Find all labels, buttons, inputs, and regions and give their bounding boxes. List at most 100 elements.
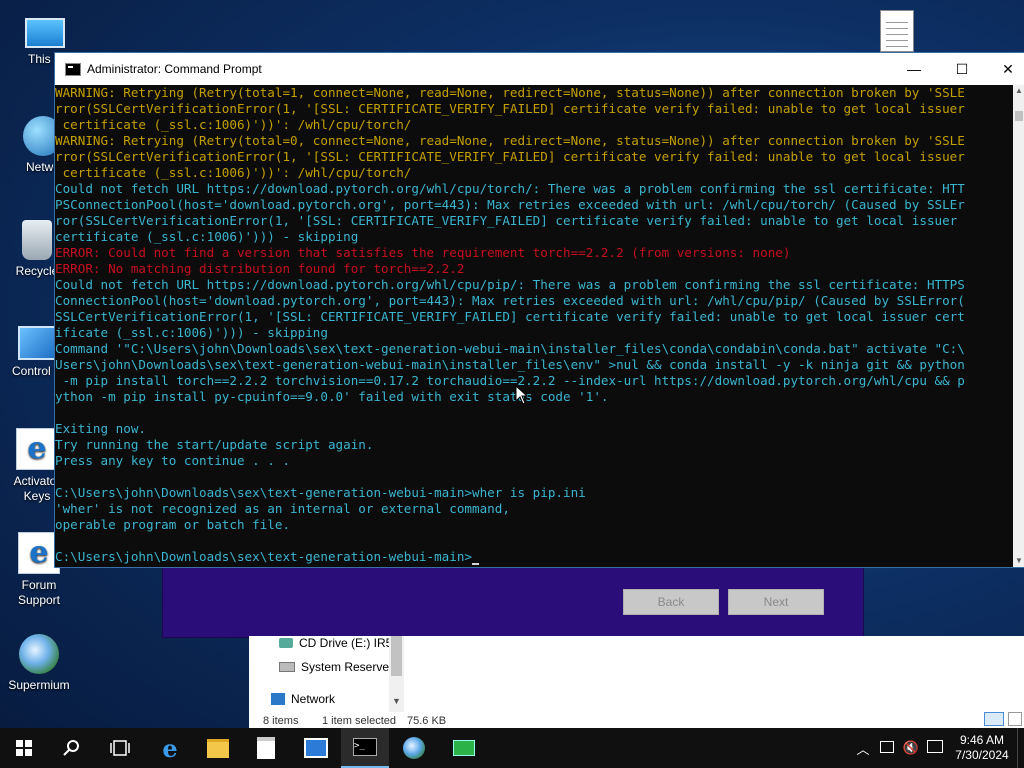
- volume-muted-icon[interactable]: 🔇: [899, 740, 923, 756]
- minimize-button[interactable]: —: [891, 53, 937, 85]
- console-line: Could not fetch URL https://download.pyt…: [55, 181, 965, 196]
- chevron-down-icon[interactable]: ▼: [1013, 555, 1024, 567]
- chevron-up-icon[interactable]: ︿: [851, 739, 875, 758]
- cmd-icon: [65, 63, 81, 76]
- file-explorer-icon: [207, 738, 229, 758]
- search-button[interactable]: [48, 728, 96, 768]
- maximize-button[interactable]: ☐: [939, 53, 985, 85]
- console-line: SSLCertVerificationError(1, '[SSL: CERTI…: [55, 309, 965, 324]
- supermium-icon: [19, 634, 59, 674]
- chevron-down-icon[interactable]: ▼: [392, 696, 401, 706]
- scroll-thumb[interactable]: [391, 636, 402, 676]
- start-button[interactable]: [0, 728, 48, 768]
- taskbar-file-explorer[interactable]: [194, 728, 242, 768]
- console-line: WARNING: Retrying (Retry(total=1, connec…: [55, 85, 965, 100]
- search-icon: [63, 740, 79, 756]
- next-button[interactable]: Next: [728, 589, 824, 615]
- chevron-up-icon[interactable]: ▲: [1013, 85, 1024, 97]
- cmd-icon: >_: [353, 738, 377, 756]
- taskbar-installer[interactable]: [440, 728, 488, 768]
- nav-item-cd-drive[interactable]: CD Drive (E:) IR5: [279, 636, 392, 650]
- console-line: PSConnectionPool(host='download.pytorch.…: [55, 197, 965, 212]
- console-scrollbar[interactable]: ▲ ▼: [1013, 85, 1024, 567]
- console-line: ificate (_ssl.c:1006)'))) - skipping: [55, 325, 328, 340]
- console-line: certificate (_ssl.c:1006)'))': /whl/cpu/…: [55, 117, 412, 132]
- task-view-icon: [110, 740, 130, 756]
- desktop-icon-label: Forum: [21, 578, 57, 592]
- clock-date: 7/30/2024: [955, 748, 1009, 762]
- installer-dialog: Back Next: [162, 566, 864, 638]
- clock-time: 9:46 AM: [959, 733, 1005, 747]
- nav-item-network[interactable]: Network: [271, 692, 335, 706]
- nav-item-system-reserved[interactable]: System Reserved: [279, 660, 396, 674]
- status-item-count: 8 items: [263, 715, 299, 727]
- taskbar-supermium[interactable]: [390, 728, 438, 768]
- console-line: ERROR: No matching distribution found fo…: [55, 261, 465, 276]
- status-selected: 1 item selected: [322, 715, 396, 727]
- console-line: WARNING: Retrying (Retry(total=0, connec…: [55, 133, 965, 148]
- console-line: certificate (_ssl.c:1006)'))) - skipping: [55, 229, 359, 244]
- command-prompt-window[interactable]: Administrator: Command Prompt — ☐ ✕ WARN…: [54, 52, 1024, 568]
- window-titlebar[interactable]: Administrator: Command Prompt — ☐ ✕: [55, 53, 1024, 85]
- text-file-icon[interactable]: [880, 10, 914, 52]
- nav-scrollbar[interactable]: ▼: [389, 636, 404, 712]
- large-icons-view-icon[interactable]: [1008, 712, 1022, 726]
- system-tray: ︿ 🔇 9:46 AM 7/30/2024: [851, 728, 1024, 768]
- console-line: ERROR: Could not find a version that sat…: [55, 245, 791, 260]
- taskbar: e >_ ︿ 🔇 9:46 AM 7/30/2024: [0, 728, 1024, 768]
- mouse-pointer-icon: [515, 385, 529, 405]
- text-cursor: [472, 563, 480, 565]
- console-line: ConnectionPool(host='download.pytorch.or…: [55, 293, 965, 308]
- console-line: Press any key to continue . . .: [55, 453, 291, 468]
- cd-drive-icon: [279, 638, 293, 648]
- recycle-bin-icon: [22, 220, 52, 260]
- console-line: Try running the start/update script agai…: [55, 437, 374, 452]
- console-line: 'wher' is not recognized as an internal …: [55, 501, 510, 516]
- desktop-icon-label: Supermium: [8, 678, 70, 692]
- console-line: ython -m pip install py-cpuinfo==9.0.0' …: [55, 389, 609, 404]
- console-line: Users\john\Downloads\sex\text-generation…: [55, 357, 965, 372]
- store-icon: [257, 737, 275, 759]
- ie-shortcut-icon: e: [16, 428, 58, 470]
- taskbar-app[interactable]: [292, 728, 340, 768]
- console-output[interactable]: WARNING: Retrying (Retry(total=1, connec…: [55, 85, 1013, 567]
- desktop-icon-supermium[interactable]: Supermium: [2, 634, 76, 693]
- scroll-thumb[interactable]: [1015, 111, 1023, 121]
- clock[interactable]: 9:46 AM 7/30/2024: [947, 733, 1017, 763]
- console-line: Command '"C:\Users\john\Downloads\sex\te…: [55, 341, 965, 356]
- computer-icon: [25, 18, 65, 48]
- desktop-icon-label: Support: [17, 593, 61, 607]
- window-title: Administrator: Command Prompt: [87, 62, 262, 76]
- console-line: C:\Users\john\Downloads\sex\text-generat…: [55, 549, 1013, 565]
- nav-item-label: CD Drive (E:) IR5: [299, 636, 393, 650]
- network-status-icon[interactable]: [875, 740, 899, 756]
- app-icon: [453, 740, 475, 756]
- console-line: -m pip install torch==2.2.2 torchvision=…: [55, 373, 965, 388]
- console-line: ror(SSLCertVerificationError(1, '[SSL: C…: [55, 213, 958, 228]
- close-button[interactable]: ✕: [985, 53, 1024, 85]
- console-line: rror(SSLCertVerificationError(1, '[SSL: …: [55, 101, 965, 116]
- nav-item-label: Network: [291, 692, 336, 706]
- show-desktop-button[interactable]: [1017, 728, 1024, 768]
- status-size: 75.6 KB: [407, 715, 447, 727]
- drive-icon: [279, 662, 295, 672]
- taskbar-store[interactable]: [242, 728, 290, 768]
- edge-icon: e: [162, 733, 178, 763]
- console-line: operable program or batch file.: [55, 517, 291, 532]
- console-line: rror(SSLCertVerificationError(1, '[SSL: …: [55, 149, 965, 164]
- supermium-icon: [403, 737, 425, 759]
- status-bar: 8 items 1 item selected 75.6 KB: [249, 714, 1024, 728]
- back-button[interactable]: Back: [623, 589, 719, 615]
- console-line: Exiting now.: [55, 421, 146, 436]
- taskbar-command-prompt[interactable]: >_: [341, 728, 389, 768]
- console-line: Could not fetch URL https://download.pyt…: [55, 277, 965, 292]
- taskbar-edge[interactable]: e: [146, 728, 194, 768]
- task-view-button[interactable]: [96, 728, 144, 768]
- console-line: certificate (_ssl.c:1006)'))': /whl/cpu/…: [55, 165, 412, 180]
- details-view-icon[interactable]: [983, 712, 1004, 726]
- notifications-icon[interactable]: [923, 740, 947, 756]
- file-explorer-window: CD Drive (E:) IR5 System Reserved Networ…: [249, 636, 1024, 728]
